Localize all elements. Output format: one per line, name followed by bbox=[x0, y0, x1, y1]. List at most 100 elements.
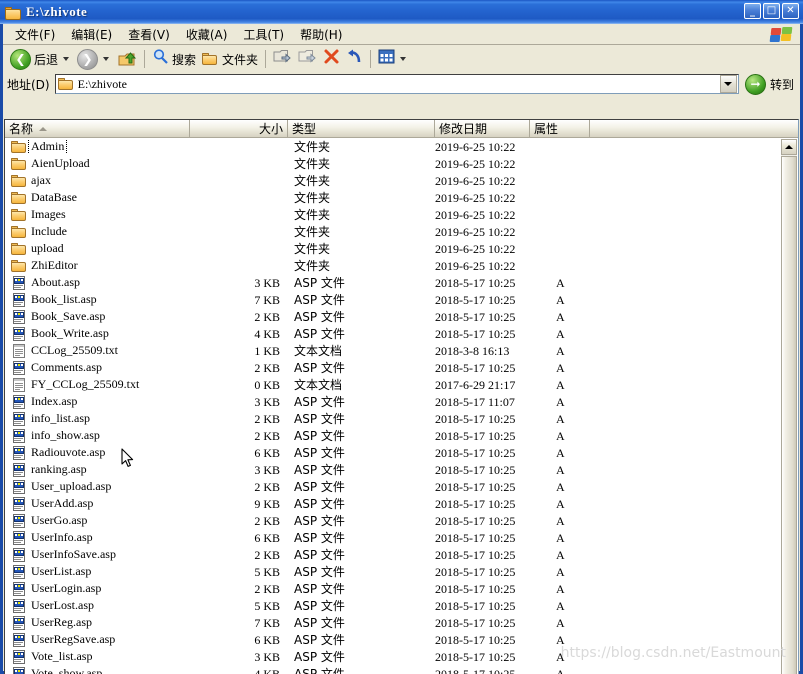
table-row[interactable]: User_upload.asp 2 KB ASP 文件 2018-5-17 10:25… bbox=[5, 478, 798, 495]
scroll-up-button[interactable] bbox=[781, 139, 797, 155]
forward-button[interactable]: ❯ bbox=[74, 48, 114, 70]
table-row[interactable]: FY_CCLog_25509.txt 0 KB 文本文档 2017-6-29 21:1… bbox=[5, 376, 798, 393]
close-button[interactable]: ✕ bbox=[782, 3, 799, 19]
table-row[interactable]: AienUpload 文件夹 2019-6-25 10:22 bbox=[5, 155, 798, 172]
copy-to-button[interactable] bbox=[295, 48, 320, 70]
file-name-cell[interactable]: Radiouvote.asp bbox=[5, 445, 190, 460]
file-name-cell[interactable]: Images bbox=[5, 207, 190, 222]
address-input[interactable]: E:\zhivote bbox=[54, 74, 739, 94]
address-dropdown-button[interactable] bbox=[719, 75, 737, 93]
table-row[interactable]: UserInfoSave.asp 2 KB ASP 文件 2018-5-17 10:2… bbox=[5, 546, 798, 563]
file-name-cell[interactable]: Book_Save.asp bbox=[5, 309, 190, 324]
table-row[interactable]: Images 文件夹 2019-6-25 10:22 bbox=[5, 206, 798, 223]
file-name-cell[interactable]: UserGo.asp bbox=[5, 513, 190, 528]
table-row[interactable]: Admin 文件夹 2019-6-25 10:22 bbox=[5, 138, 798, 155]
table-row[interactable]: upload 文件夹 2019-6-25 10:22 bbox=[5, 240, 798, 257]
menu-file[interactable]: 文件(F) bbox=[7, 24, 63, 45]
file-name-cell[interactable]: ranking.asp bbox=[5, 462, 190, 477]
back-button[interactable]: ❮ 后退 bbox=[7, 48, 74, 70]
table-row[interactable]: DataBase 文件夹 2019-6-25 10:22 bbox=[5, 189, 798, 206]
file-name-cell[interactable]: About.asp bbox=[5, 275, 190, 290]
table-row[interactable]: Index.asp 3 KB ASP 文件 2018-5-17 11:07 A bbox=[5, 393, 798, 410]
file-name-cell[interactable]: Admin bbox=[5, 139, 190, 154]
table-row[interactable]: UserGo.asp 2 KB ASP 文件 2018-5-17 10:25 A bbox=[5, 512, 798, 529]
table-row[interactable]: ZhiEditor 文件夹 2019-6-25 10:22 bbox=[5, 257, 798, 274]
maximize-button[interactable]: □ bbox=[763, 3, 780, 19]
file-name-cell[interactable]: UserRegSave.asp bbox=[5, 632, 190, 647]
file-name-cell[interactable]: ZhiEditor bbox=[5, 258, 190, 273]
file-name-cell[interactable]: FY_CCLog_25509.txt bbox=[5, 377, 190, 392]
table-row[interactable]: Comments.asp 2 KB ASP 文件 2018-5-17 10:25 A bbox=[5, 359, 798, 376]
undo-button[interactable] bbox=[343, 48, 366, 70]
menu-help[interactable]: 帮助(H) bbox=[292, 24, 350, 45]
table-row[interactable]: Vote_list.asp 3 KB ASP 文件 2018-5-17 10:25 A bbox=[5, 648, 798, 665]
table-row[interactable]: Radiouvote.asp 6 KB ASP 文件 2018-5-17 10:25 A bbox=[5, 444, 798, 461]
table-row[interactable]: UserInfo.asp 6 KB ASP 文件 2018-5-17 10:25 A bbox=[5, 529, 798, 546]
column-header-date[interactable]: 修改日期 bbox=[435, 120, 530, 138]
back-dropdown-icon[interactable] bbox=[63, 57, 70, 61]
minimize-button[interactable]: _ bbox=[744, 3, 761, 19]
file-name-cell[interactable]: info_list.asp bbox=[5, 411, 190, 426]
table-row[interactable]: ranking.asp 3 KB ASP 文件 2018-5-17 10:25 A bbox=[5, 461, 798, 478]
file-name-cell[interactable]: upload bbox=[5, 241, 190, 256]
forward-dropdown-icon[interactable] bbox=[103, 57, 110, 61]
file-name-cell[interactable]: AienUpload bbox=[5, 156, 190, 171]
views-dropdown-icon[interactable] bbox=[400, 57, 407, 61]
menu-favorites[interactable]: 收藏(A) bbox=[178, 24, 236, 45]
scrollbar-thumb[interactable] bbox=[781, 156, 797, 674]
file-name-cell[interactable]: CCLog_25509.txt bbox=[5, 343, 190, 358]
delete-button[interactable] bbox=[320, 48, 343, 70]
file-name-cell[interactable]: Book_Write.asp bbox=[5, 326, 190, 341]
up-button[interactable] bbox=[114, 48, 140, 70]
file-name-cell[interactable]: UserAdd.asp bbox=[5, 496, 190, 511]
title-bar[interactable]: E:\zhivote _ □ ✕ bbox=[0, 0, 803, 24]
column-header-name[interactable]: 名称 bbox=[5, 120, 190, 138]
menu-view[interactable]: 查看(V) bbox=[120, 24, 178, 45]
file-name-cell[interactable]: User_upload.asp bbox=[5, 479, 190, 494]
table-row[interactable]: info_show.asp 2 KB ASP 文件 2018-5-17 10:25 A bbox=[5, 427, 798, 444]
file-name-cell[interactable]: Index.asp bbox=[5, 394, 190, 409]
file-name-cell[interactable]: ajax bbox=[5, 173, 190, 188]
file-name-cell[interactable]: Comments.asp bbox=[5, 360, 190, 375]
file-name-cell[interactable]: Vote_show.asp bbox=[5, 666, 190, 674]
table-row[interactable]: Book_list.asp 7 KB ASP 文件 2018-5-17 10:25 A bbox=[5, 291, 798, 308]
table-row[interactable]: UserRegSave.asp 6 KB ASP 文件 2018-5-17 10:25… bbox=[5, 631, 798, 648]
menu-edit[interactable]: 编辑(E) bbox=[63, 24, 120, 45]
table-row[interactable]: UserLost.asp 5 KB ASP 文件 2018-5-17 10:25 A bbox=[5, 597, 798, 614]
table-row[interactable]: Book_Write.asp 4 KB ASP 文件 2018-5-17 10:25 A bbox=[5, 325, 798, 342]
table-row[interactable]: info_list.asp 2 KB ASP 文件 2018-5-17 10:25 A bbox=[5, 410, 798, 427]
table-row[interactable]: Vote_show.asp 4 KB ASP 文件 2018-5-17 10:25 A bbox=[5, 665, 798, 674]
file-name-cell[interactable]: Book_list.asp bbox=[5, 292, 190, 307]
file-name-cell[interactable]: Vote_list.asp bbox=[5, 649, 190, 664]
table-row[interactable]: ajax 文件夹 2019-6-25 10:22 bbox=[5, 172, 798, 189]
search-button[interactable]: 搜索 bbox=[149, 48, 199, 70]
table-row[interactable]: UserReg.asp 7 KB ASP 文件 2018-5-17 10:25 A bbox=[5, 614, 798, 631]
file-name-cell[interactable]: info_show.asp bbox=[5, 428, 190, 443]
table-row[interactable]: CCLog_25509.txt 1 KB 文本文档 2018-3-8 16:13 A bbox=[5, 342, 798, 359]
table-row[interactable]: UserAdd.asp 9 KB ASP 文件 2018-5-17 10:25 A bbox=[5, 495, 798, 512]
folders-button[interactable]: 文件夹 bbox=[199, 48, 261, 70]
file-type-cell-label: ASP 文件 bbox=[294, 462, 345, 477]
move-to-button[interactable] bbox=[270, 48, 295, 70]
file-list-view[interactable]: 名称 大小 类型 修改日期 属性 Admin 文件夹 2019-6-25 10:22… bbox=[4, 119, 799, 674]
file-name-cell[interactable]: UserList.asp bbox=[5, 564, 190, 579]
table-row[interactable]: Book_Save.asp 2 KB ASP 文件 2018-5-17 10:25 A bbox=[5, 308, 798, 325]
column-header-attributes[interactable]: 属性 bbox=[530, 120, 590, 138]
column-header-size[interactable]: 大小 bbox=[190, 120, 288, 138]
table-row[interactable]: About.asp 3 KB ASP 文件 2018-5-17 10:25 A bbox=[5, 274, 798, 291]
column-header-type[interactable]: 类型 bbox=[288, 120, 435, 138]
file-name-cell[interactable]: DataBase bbox=[5, 190, 190, 205]
views-button[interactable] bbox=[375, 48, 411, 70]
file-name-cell[interactable]: UserReg.asp bbox=[5, 615, 190, 630]
file-name-cell[interactable]: UserInfo.asp bbox=[5, 530, 190, 545]
table-row[interactable]: UserList.asp 5 KB ASP 文件 2018-5-17 10:25 A bbox=[5, 563, 798, 580]
table-row[interactable]: UserLogin.asp 2 KB ASP 文件 2018-5-17 10:25 A bbox=[5, 580, 798, 597]
file-name-cell[interactable]: UserLogin.asp bbox=[5, 581, 190, 596]
file-name-cell[interactable]: UserLost.asp bbox=[5, 598, 190, 613]
table-row[interactable]: Include 文件夹 2019-6-25 10:22 bbox=[5, 223, 798, 240]
vertical-scrollbar[interactable] bbox=[781, 139, 797, 674]
file-name-cell[interactable]: UserInfoSave.asp bbox=[5, 547, 190, 562]
go-button[interactable]: ➞ 转到 bbox=[744, 73, 794, 95]
file-name-cell[interactable]: Include bbox=[5, 224, 190, 239]
menu-tools[interactable]: 工具(T) bbox=[235, 24, 292, 45]
